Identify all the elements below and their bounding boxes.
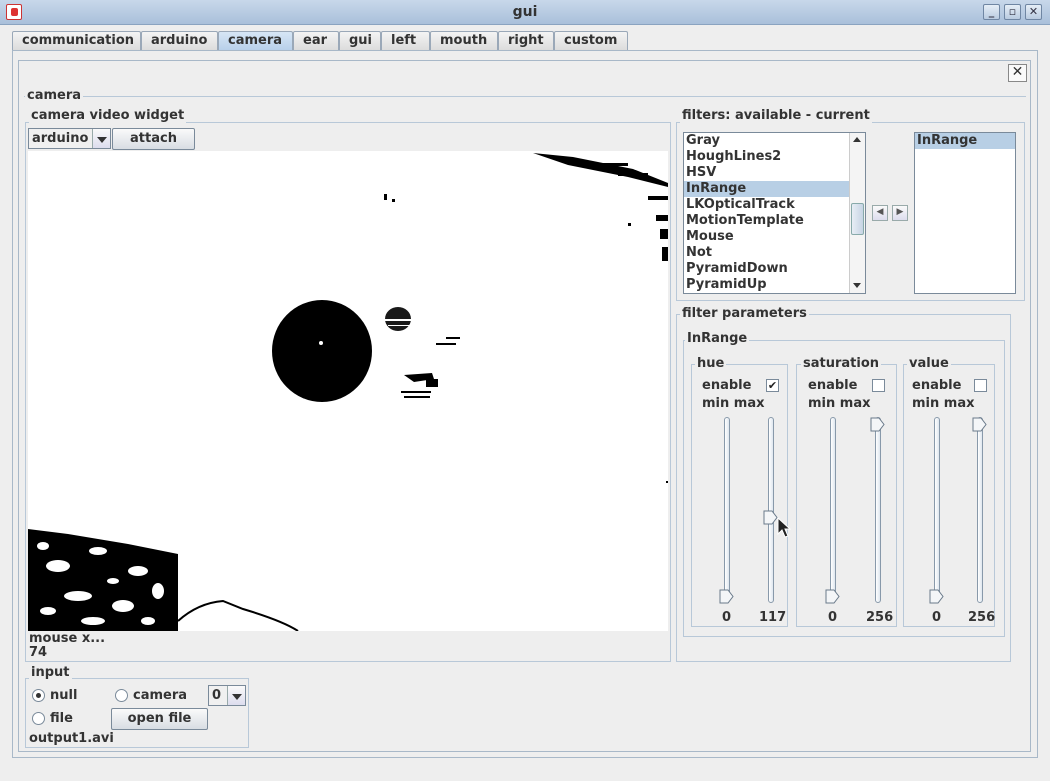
camera-radio[interactable] <box>115 689 128 702</box>
list-scrollbar[interactable] <box>849 133 865 293</box>
mouse-cursor-icon <box>777 517 791 538</box>
file-radio-label: file <box>50 711 73 726</box>
tab-ear[interactable]: ear <box>293 31 339 50</box>
value-min-value: 0 <box>932 610 942 625</box>
list-item[interactable]: PyramidDown <box>684 261 865 277</box>
hue-min-slider[interactable] <box>724 417 730 603</box>
value-max-value: 256 <box>968 610 996 625</box>
hue-minmax-label: min max <box>702 396 765 411</box>
saturation-max-slider[interactable] <box>875 417 881 603</box>
scroll-thumb[interactable] <box>851 203 864 235</box>
saturation-min-value: 0 <box>828 610 838 625</box>
saturation-title: saturation <box>801 356 882 371</box>
hue-enable-label: enable <box>702 378 752 393</box>
camera-index-select[interactable]: 0 <box>208 685 246 706</box>
video-frame-image <box>28 151 668 631</box>
saturation-max-value: 256 <box>866 610 894 625</box>
hue-title: hue <box>695 356 727 371</box>
list-item[interactable]: LKOpticalTrack <box>684 197 865 213</box>
filter-parameters-title: filter parameters <box>680 306 809 321</box>
value-enable-checkbox[interactable] <box>974 379 987 392</box>
mouse-label: mouse x... <box>29 631 106 646</box>
tab-gui[interactable]: gui <box>339 31 381 50</box>
inrange-title: InRange <box>685 331 750 346</box>
tab-communication[interactable]: communication <box>12 31 141 50</box>
tab-left[interactable]: left <box>381 31 430 50</box>
saturation-minmax-label: min max <box>808 396 871 411</box>
list-item[interactable]: HoughLines2 <box>684 149 865 165</box>
tab-mouth[interactable]: mouth <box>430 31 498 50</box>
saturation-enable-label: enable <box>808 378 858 393</box>
value-min-slider[interactable] <box>934 417 940 603</box>
hue-max-value: 117 <box>759 610 787 625</box>
camera-index-value: 0 <box>212 688 222 703</box>
value-max-handle[interactable] <box>972 417 987 432</box>
value-enable-label: enable <box>912 378 962 393</box>
filters-group-title: filters: available - current <box>680 108 872 123</box>
filename-label: output1.avi <box>29 731 114 746</box>
available-filters-list[interactable]: Gray HoughLines2 HSV InRange LKOpticalTr… <box>683 132 866 294</box>
value-max-slider[interactable] <box>977 417 983 603</box>
tab-custom[interactable]: custom <box>554 31 628 50</box>
camera-group-border <box>24 96 1026 97</box>
video-display[interactable] <box>28 151 668 631</box>
close-window-icon[interactable]: ✕ <box>1025 4 1042 20</box>
minimize-icon[interactable]: _ <box>983 4 1000 20</box>
list-item[interactable]: Mouse <box>684 229 865 245</box>
camera-radio-label: camera <box>133 688 188 703</box>
file-radio[interactable] <box>32 712 45 725</box>
tab-arduino[interactable]: arduino <box>141 31 218 50</box>
tab-camera[interactable]: camera <box>218 31 293 50</box>
video-widget-title: camera video widget <box>29 108 187 123</box>
arrow-left-icon[interactable]: ◀ <box>872 205 888 221</box>
hue-min-handle[interactable] <box>719 589 734 604</box>
hue-min-value: 0 <box>722 610 732 625</box>
list-item-selected[interactable]: InRange <box>915 133 1015 149</box>
list-item-selected[interactable]: InRange <box>684 181 865 197</box>
hue-max-handle[interactable] <box>763 510 778 525</box>
attach-button[interactable]: attach <box>112 128 195 150</box>
list-item[interactable]: Gray <box>684 133 865 149</box>
null-radio-label: null <box>50 688 78 703</box>
chevron-down-icon <box>92 129 110 148</box>
value-min-handle[interactable] <box>929 589 944 604</box>
chevron-down-icon <box>227 686 245 705</box>
input-group-title: input <box>29 665 72 680</box>
saturation-min-slider[interactable] <box>830 417 836 603</box>
source-select-value: arduino <box>32 131 89 146</box>
null-radio[interactable] <box>32 689 45 702</box>
list-item[interactable]: PyramidUp <box>684 277 865 293</box>
source-select[interactable]: arduino <box>28 128 111 149</box>
saturation-enable-checkbox[interactable] <box>872 379 885 392</box>
title-bar: gui _ ▫ ✕ <box>0 0 1050 25</box>
saturation-max-handle[interactable] <box>870 417 885 432</box>
maximize-icon[interactable]: ▫ <box>1004 4 1021 20</box>
current-filters-list[interactable]: InRange <box>914 132 1016 294</box>
close-panel-icon[interactable]: ✕ <box>1008 64 1027 82</box>
value-minmax-label: min max <box>912 396 975 411</box>
list-item[interactable]: HSV <box>684 165 865 181</box>
camera-group-title: camera <box>25 88 84 103</box>
value-title: value <box>907 356 951 371</box>
arrow-right-icon[interactable]: ▶ <box>892 205 908 221</box>
saturation-min-handle[interactable] <box>825 589 840 604</box>
tab-right[interactable]: right <box>498 31 554 50</box>
list-item[interactable]: Not <box>684 245 865 261</box>
list-item[interactable]: MotionTemplate <box>684 213 865 229</box>
scroll-up-icon[interactable] <box>850 133 865 147</box>
scroll-down-icon[interactable] <box>850 279 865 293</box>
mouse-value: 74 <box>29 645 48 660</box>
window-title: gui <box>512 4 538 20</box>
hue-enable-checkbox[interactable]: ✔ <box>766 379 779 392</box>
open-file-button[interactable]: open file <box>111 708 208 730</box>
